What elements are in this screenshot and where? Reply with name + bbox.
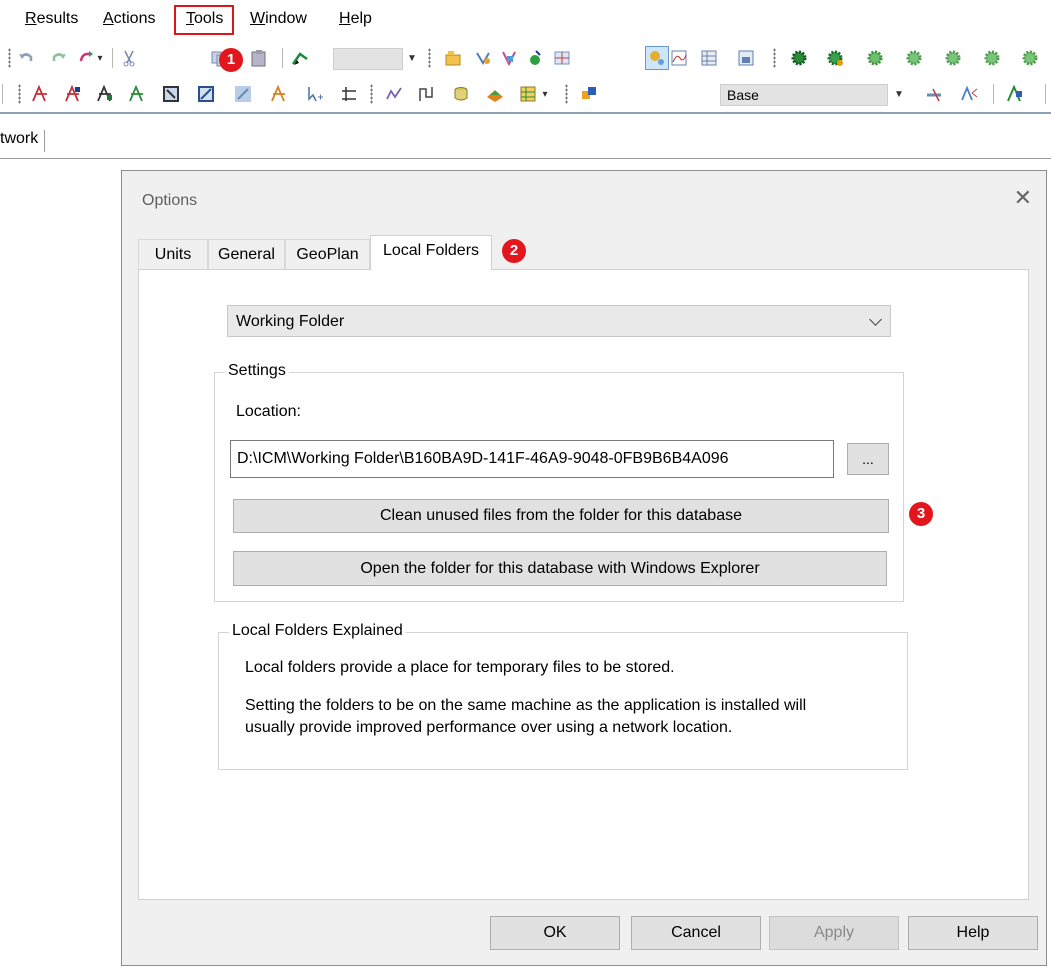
clean-unused-files-button[interactable]: Clean unused files from the folder for t… bbox=[233, 499, 889, 533]
properties-icon[interactable] bbox=[474, 49, 492, 67]
ok-button[interactable]: OK bbox=[490, 916, 620, 950]
settings-group: Settings Location: D:\ICM\Working Folder… bbox=[214, 362, 904, 602]
section-icon[interactable] bbox=[418, 85, 436, 103]
run-gear-icon-1[interactable] bbox=[790, 49, 808, 67]
grid-tool-icon[interactable] bbox=[553, 49, 571, 67]
toolbar-separator bbox=[2, 84, 3, 104]
toolbar-grip[interactable] bbox=[370, 84, 373, 104]
link-tool-icon[interactable] bbox=[500, 49, 518, 67]
storage-icon[interactable] bbox=[452, 85, 470, 103]
close-icon[interactable]: ✕ bbox=[1014, 187, 1032, 209]
results-icon[interactable] bbox=[486, 85, 504, 103]
toolbar-separator bbox=[282, 48, 283, 68]
settings-legend: Settings bbox=[225, 362, 289, 380]
node-tool-icon-3[interactable] bbox=[96, 85, 114, 103]
tab-local-folders[interactable]: Local Folders bbox=[370, 235, 492, 270]
profile-icon[interactable] bbox=[385, 85, 403, 103]
scenario-compare-icon[interactable] bbox=[960, 85, 978, 103]
toolbar-grip[interactable] bbox=[8, 48, 11, 68]
toolbar-grip[interactable] bbox=[428, 48, 431, 68]
grid-report-dropdown-icon[interactable]: ▾ bbox=[538, 84, 552, 106]
scenario-manage-icon[interactable] bbox=[925, 85, 943, 103]
toolbar-separator bbox=[993, 84, 994, 104]
zoom-window-icon[interactable] bbox=[162, 85, 180, 103]
zoom-pan-icon[interactable] bbox=[234, 85, 252, 103]
tab-units[interactable]: Units bbox=[138, 239, 208, 269]
document-tab-strip: twork bbox=[0, 120, 1051, 159]
chevron-down-icon bbox=[869, 313, 882, 326]
location-value: D:\ICM\Working Folder\B160BA9D-141F-46A9… bbox=[237, 450, 729, 467]
pen-tool-icon[interactable] bbox=[526, 49, 544, 67]
validate-icon[interactable] bbox=[1006, 85, 1024, 103]
table-icon[interactable] bbox=[700, 49, 718, 67]
menu-actions[interactable]: Actions bbox=[103, 10, 155, 28]
menu-results[interactable]: Results bbox=[25, 10, 78, 28]
folder-type-select[interactable]: Working Folder bbox=[227, 305, 891, 337]
style-combo[interactable] bbox=[333, 48, 403, 70]
edit-arrow-icon[interactable] bbox=[291, 49, 309, 67]
paste-icon[interactable] bbox=[250, 49, 268, 67]
step-badge-2: 2 bbox=[502, 239, 526, 263]
run-gear-icon-5[interactable] bbox=[944, 49, 962, 67]
undo-icon[interactable] bbox=[17, 49, 35, 67]
menu-window[interactable]: Window bbox=[250, 10, 307, 28]
grid-report-icon[interactable] bbox=[519, 85, 537, 103]
toolbar-grip[interactable] bbox=[18, 84, 21, 104]
cut-icon[interactable] bbox=[120, 49, 138, 67]
folder-network-icon[interactable] bbox=[444, 49, 462, 67]
explained-line-1: Local folders provide a place for tempor… bbox=[245, 659, 675, 676]
cancel-button[interactable]: Cancel bbox=[631, 916, 761, 950]
scenario-icon[interactable] bbox=[580, 85, 598, 103]
toolbar-separator bbox=[112, 48, 113, 68]
node-tool-icon-1[interactable] bbox=[31, 85, 49, 103]
browse-button[interactable]: ... bbox=[847, 443, 889, 475]
zoom-extent-icon[interactable] bbox=[197, 85, 215, 103]
run-gear-icon-6[interactable] bbox=[983, 49, 1001, 67]
toolbar-separator bbox=[1045, 84, 1046, 104]
repeat-dropdown-icon[interactable]: ▾ bbox=[94, 48, 106, 70]
window-icon[interactable] bbox=[737, 49, 755, 67]
explained-legend: Local Folders Explained bbox=[229, 622, 406, 640]
dialog-title: Options bbox=[142, 192, 198, 209]
menu-bar: Results Actions Tools Window Help bbox=[0, 0, 1051, 40]
run-gear-icon-4[interactable] bbox=[905, 49, 923, 67]
scenario-combo-dropdown-icon[interactable]: ▼ bbox=[890, 84, 908, 106]
help-button[interactable]: Help bbox=[908, 916, 1038, 950]
local-folders-panel: Working Folder Settings Location: D:\ICM… bbox=[138, 269, 1029, 900]
measure-icon[interactable] bbox=[340, 85, 358, 103]
location-input[interactable]: D:\ICM\Working Folder\B160BA9D-141F-46A9… bbox=[230, 440, 834, 478]
run-gear-icon-7[interactable] bbox=[1021, 49, 1039, 67]
gear-active-icon[interactable] bbox=[645, 46, 669, 70]
tools-highlight-box bbox=[174, 5, 234, 35]
node-tool-icon-4[interactable] bbox=[128, 85, 146, 103]
folder-type-value: Working Folder bbox=[236, 313, 345, 330]
run-gear-icon-2[interactable] bbox=[826, 49, 844, 67]
toolbar-grip[interactable] bbox=[565, 84, 568, 104]
graph-icon[interactable] bbox=[670, 49, 688, 67]
tab-network[interactable]: twork bbox=[0, 130, 46, 152]
pointer-icon[interactable] bbox=[306, 85, 324, 103]
apply-button[interactable]: Apply bbox=[769, 916, 899, 950]
open-folder-explorer-button[interactable]: Open the folder for this database with W… bbox=[233, 551, 887, 586]
local-folders-explained-group: Local Folders Explained Local folders pr… bbox=[218, 622, 908, 770]
scenario-combo[interactable]: Base bbox=[720, 84, 888, 106]
toolbar-standard: ▾ ▼ bbox=[0, 40, 1051, 76]
tab-geoplan[interactable]: GeoPlan bbox=[285, 239, 370, 269]
step-badge-1: 1 bbox=[219, 48, 243, 72]
tab-general[interactable]: General bbox=[208, 239, 285, 269]
select-tool-icon[interactable] bbox=[270, 85, 288, 103]
run-gear-icon-3[interactable] bbox=[866, 49, 884, 67]
style-combo-dropdown-icon[interactable]: ▼ bbox=[403, 48, 421, 70]
toolbar-grip[interactable] bbox=[773, 48, 776, 68]
node-tool-icon-2[interactable] bbox=[64, 85, 82, 103]
explained-line-2: Setting the folders to be on the same ma… bbox=[245, 697, 807, 714]
location-label: Location: bbox=[236, 403, 301, 420]
menu-help[interactable]: Help bbox=[339, 10, 372, 28]
step-badge-3: 3 bbox=[909, 502, 933, 526]
redo-icon[interactable] bbox=[50, 49, 68, 67]
explained-line-3: usually provide improved performance ove… bbox=[245, 719, 733, 736]
toolbar-network: ▾ Base ▼ bbox=[0, 76, 1051, 114]
options-dialog: Options ✕ Units General GeoPlan Local Fo… bbox=[121, 170, 1047, 966]
